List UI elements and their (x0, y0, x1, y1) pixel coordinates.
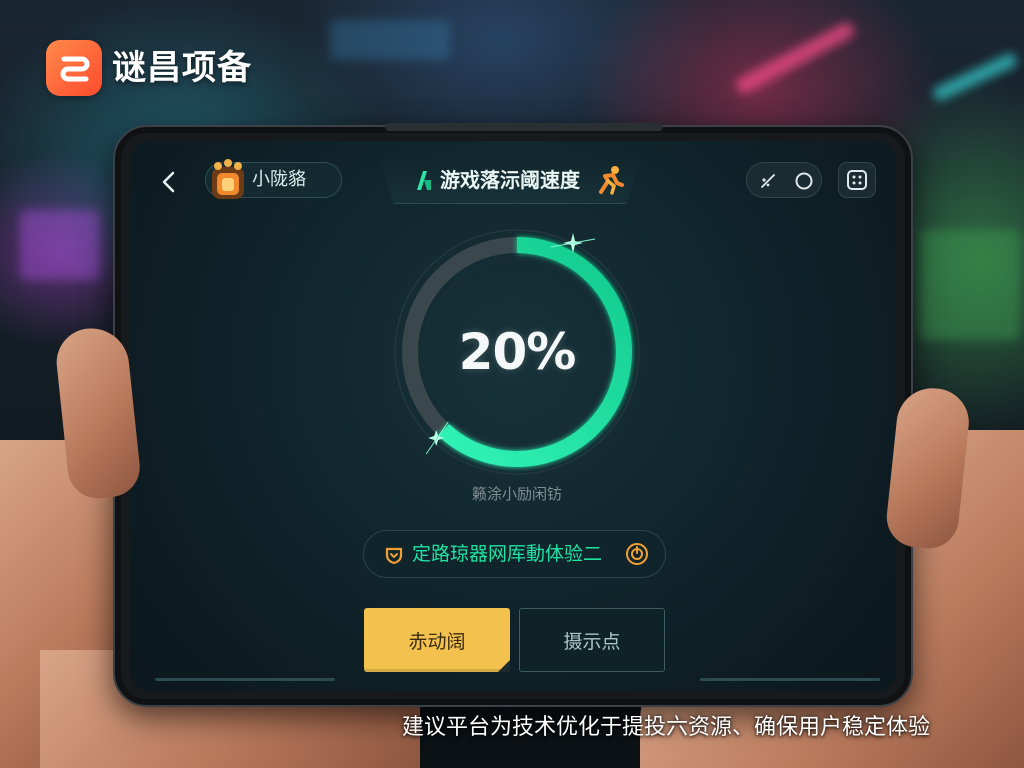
more-button[interactable] (838, 162, 876, 198)
subtitle-caption: 建议平台为技术优化于提投六资源、确保用户稳定体验 (402, 715, 931, 740)
neon-streak (20, 210, 100, 280)
progress-percent: 20% (458, 323, 577, 381)
neon-streak (733, 20, 857, 96)
primary-button[interactable]: 赤动阔 (364, 608, 510, 672)
notice-pill[interactable]: 定路琼器网厍動体验二 (363, 530, 666, 578)
primary-button-label: 赤动阔 (408, 630, 466, 653)
tools-pill (746, 162, 822, 198)
button-corner-notch (498, 660, 510, 672)
neon-streak (330, 20, 450, 60)
bottom-bar-right (700, 678, 880, 681)
status-text: 籁涂小励闲钫 (471, 485, 562, 503)
bottom-bar-left (155, 678, 335, 681)
page-title: 游戏落沶阈速度 (440, 168, 580, 192)
grid-dots-icon (847, 170, 867, 190)
secondary-button[interactable]: 摄示点 (519, 608, 665, 672)
game-avatar-icon (212, 159, 244, 199)
game-selector[interactable]: 小陇貉 (205, 159, 342, 199)
chevron-left-icon (162, 171, 175, 193)
circle-icon[interactable] (794, 171, 814, 191)
secondary-button-label: 摄示点 (563, 630, 621, 653)
app-screen: 小陇貉 游戏落沶阈速度 20% 籁涂小励闲钫 定路琼器网厍動体验二 赤动阔 摄示… (130, 141, 896, 691)
shield-icon (385, 547, 403, 565)
neon-streak (931, 51, 1019, 103)
tablet-camera-bar (385, 123, 663, 131)
signal-icon[interactable] (759, 172, 777, 190)
brand-name: 谜昌项备 (112, 48, 252, 88)
power-icon[interactable] (625, 542, 649, 566)
game-name: 小陇貉 (252, 169, 306, 190)
neon-streak (920, 230, 1020, 340)
runner-icon (599, 166, 624, 195)
back-button[interactable] (160, 171, 178, 193)
brand-logo-icon (46, 40, 102, 96)
accelerate-icon (417, 171, 431, 190)
notice-text: 定路琼器网厍動体验二 (412, 543, 603, 565)
